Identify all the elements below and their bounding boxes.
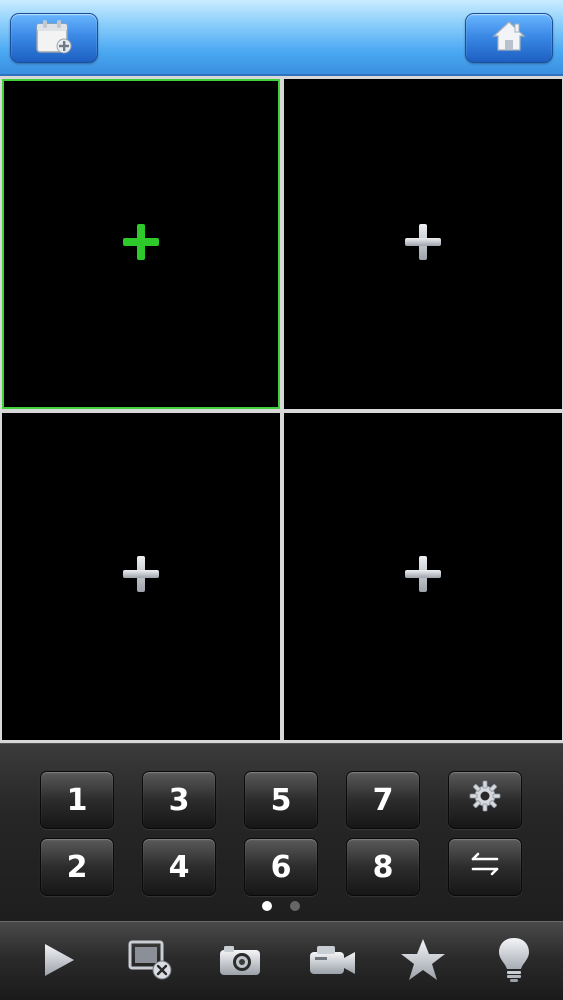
channel-6-button[interactable]: 6 (244, 838, 318, 896)
channel-1-button[interactable]: 1 (40, 771, 114, 829)
video-cell-2[interactable] (284, 79, 562, 409)
favorites-button[interactable] (393, 934, 453, 990)
swap-arrows-icon (469, 850, 501, 885)
page-indicator (0, 901, 563, 913)
channel-7-button[interactable]: 7 (346, 771, 420, 829)
channel-2-button[interactable]: 2 (40, 838, 114, 896)
page-dot[interactable] (290, 901, 300, 911)
add-icon[interactable] (121, 222, 161, 267)
add-schedule-button[interactable] (10, 13, 98, 63)
home-icon (491, 19, 527, 58)
channel-3-button[interactable]: 3 (142, 771, 216, 829)
add-icon[interactable] (403, 554, 443, 599)
calendar-add-icon (34, 18, 74, 59)
light-button[interactable] (484, 934, 544, 990)
channel-5-button[interactable]: 5 (244, 771, 318, 829)
camera-icon (217, 942, 263, 983)
play-icon (41, 940, 77, 985)
video-cell-4[interactable] (284, 413, 562, 740)
add-icon[interactable] (403, 222, 443, 267)
settings-button[interactable] (448, 771, 522, 829)
video-camera-icon (307, 942, 357, 983)
lightbulb-icon (496, 936, 532, 989)
video-grid (0, 76, 563, 743)
bottom-toolbar (0, 921, 563, 1000)
play-button[interactable] (29, 934, 89, 990)
switch-stream-button[interactable] (448, 838, 522, 896)
close-window-icon (126, 938, 174, 987)
record-button[interactable] (302, 934, 362, 990)
video-cell-3[interactable] (2, 413, 280, 740)
page-dot-active[interactable] (262, 901, 272, 911)
gear-icon (469, 780, 501, 820)
video-cell-1[interactable] (2, 79, 280, 409)
add-icon[interactable] (121, 554, 161, 599)
channel-8-button[interactable]: 8 (346, 838, 420, 896)
snapshot-button[interactable] (210, 934, 270, 990)
channel-keypad: 1 3 5 7 2 4 6 8 (0, 743, 563, 921)
top-bar (0, 0, 563, 76)
home-button[interactable] (465, 13, 553, 63)
star-icon (399, 937, 447, 988)
close-window-button[interactable] (120, 934, 180, 990)
channel-4-button[interactable]: 4 (142, 838, 216, 896)
